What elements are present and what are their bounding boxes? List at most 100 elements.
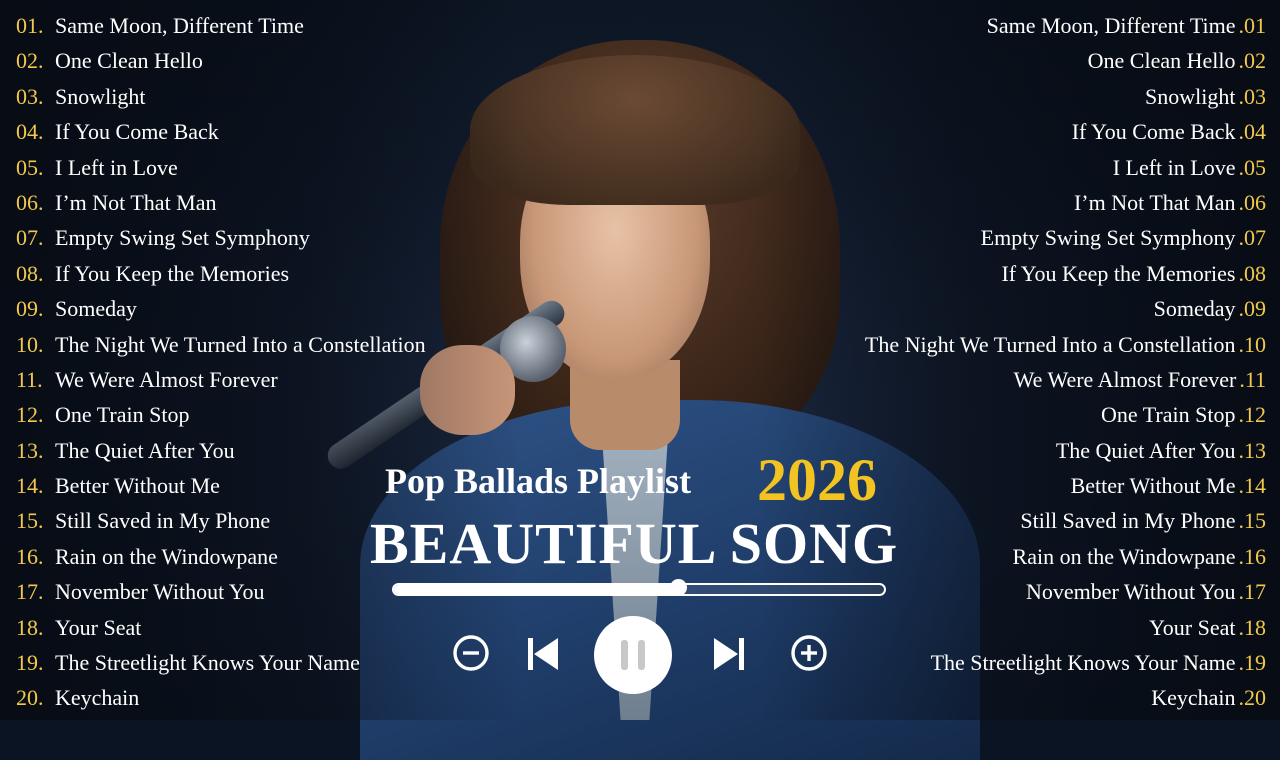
track-title: Your Seat [55, 614, 142, 640]
track-title: Your Seat [1149, 614, 1236, 640]
volume-down-button[interactable] [452, 634, 490, 672]
track-item[interactable]: 11. We Were Almost Forever [16, 362, 426, 397]
progress-knob[interactable] [670, 579, 688, 596]
track-title: I’m Not That Man [1073, 189, 1236, 215]
track-title: November Without You [1025, 579, 1236, 605]
track-title: Someday [1153, 296, 1236, 322]
track-title: One Train Stop [1101, 402, 1236, 428]
track-number: 12. [16, 402, 44, 428]
track-item[interactable]: 02. One Clean Hello [16, 43, 426, 78]
minus-circle-icon [453, 635, 489, 671]
track-title: Same Moon, Different Time [55, 13, 304, 38]
track-number: .14 [1238, 473, 1267, 499]
track-item[interactable]: 18. Your Seat [16, 610, 426, 645]
track-number: 20. [16, 685, 44, 711]
track-item[interactable]: 10. The Night We Turned Into a Constellat… [16, 327, 426, 362]
track-item[interactable]: November Without You .17 [865, 574, 1266, 609]
plus-circle-icon [791, 635, 827, 671]
track-title: Someday [55, 296, 137, 322]
playlist-title: Pop Ballads Playlist [385, 461, 692, 501]
progress-bar[interactable] [392, 579, 886, 596]
track-item[interactable]: Same Moon, Different Time .01 [865, 8, 1266, 43]
volume-up-button[interactable] [790, 634, 828, 672]
track-item[interactable]: Rain on the Windowpane .16 [865, 539, 1266, 574]
track-item[interactable]: Keychain .20 [865, 680, 1266, 715]
track-number: .11 [1239, 366, 1266, 392]
track-title: The Quiet After You [1055, 437, 1236, 463]
track-item[interactable]: 19. The Streetlight Knows Your Name [16, 645, 426, 680]
track-title: Rain on the Windowpane [55, 543, 278, 569]
track-title: The Night We Turned Into a Constellation [55, 331, 426, 357]
track-item[interactable]: Someday .09 [865, 291, 1266, 326]
playlist-year: 2026 [757, 447, 877, 513]
track-item[interactable]: One Train Stop .12 [865, 397, 1266, 432]
track-item[interactable]: I’m Not That Man .06 [865, 185, 1266, 220]
track-number: 19. [16, 650, 44, 676]
track-number: 03. [16, 83, 44, 109]
track-number: .09 [1238, 296, 1267, 322]
track-number: 14. [16, 473, 44, 499]
track-item[interactable]: 17. November Without You [16, 574, 426, 609]
track-number: 08. [16, 260, 44, 286]
track-item[interactable]: Empty Swing Set Symphony .07 [865, 220, 1266, 255]
track-number: .10 [1238, 331, 1267, 357]
track-number: 18. [16, 614, 44, 640]
track-number: .05 [1238, 154, 1267, 180]
track-item[interactable]: If You Keep the Memories .08 [865, 256, 1266, 291]
track-title: Empty Swing Set Symphony [980, 225, 1236, 251]
track-item[interactable]: 12. One Train Stop [16, 397, 426, 432]
track-title: We Were Almost Forever [55, 366, 278, 392]
track-number: .04 [1238, 119, 1267, 145]
track-number: 13. [16, 437, 44, 463]
track-item[interactable]: 13. The Quiet After You [16, 433, 426, 468]
track-title: Better Without Me [1070, 473, 1236, 499]
track-number: 01. [16, 13, 44, 38]
track-item[interactable]: Your Seat .18 [865, 610, 1266, 645]
track-item[interactable]: One Clean Hello .02 [865, 43, 1266, 78]
track-item[interactable]: Still Saved in My Phone .15 [865, 503, 1266, 538]
track-title: I’m Not That Man [55, 189, 217, 215]
track-title: We Were Almost Forever [1013, 366, 1237, 392]
track-title: Better Without Me [55, 473, 220, 499]
track-item[interactable]: 05. I Left in Love [16, 150, 426, 185]
track-item[interactable]: The Streetlight Knows Your Name .19 [865, 645, 1266, 680]
skip-previous-icon [528, 638, 558, 670]
track-item[interactable]: 04. If You Come Back [16, 114, 426, 149]
previous-track-button[interactable] [526, 636, 560, 672]
track-number: 17. [16, 579, 44, 605]
track-item[interactable]: 15. Still Saved in My Phone [16, 503, 426, 538]
track-title: Snowlight [55, 83, 146, 109]
track-item[interactable]: Better Without Me .14 [865, 468, 1266, 503]
track-number: 11. [16, 366, 43, 392]
track-number: .12 [1238, 402, 1267, 428]
pause-button[interactable] [594, 616, 672, 694]
track-title: Still Saved in My Phone [1020, 508, 1236, 534]
track-item[interactable]: 03. Snowlight [16, 79, 426, 114]
track-item[interactable]: The Quiet After You .13 [865, 433, 1266, 468]
track-title: If You Come Back [55, 119, 219, 145]
main-title: BEAUTIFUL SONG [370, 511, 899, 576]
track-item[interactable]: I Left in Love .05 [865, 150, 1266, 185]
track-title: The Quiet After You [55, 437, 235, 463]
track-title: Snowlight [1145, 83, 1236, 109]
track-item[interactable]: 07. Empty Swing Set Symphony [16, 220, 426, 255]
track-number: .19 [1238, 650, 1267, 676]
track-title: Keychain [55, 685, 140, 711]
progress-fill [394, 585, 679, 594]
track-item[interactable]: 09. Someday [16, 291, 426, 326]
track-title: The Streetlight Knows Your Name [55, 650, 360, 676]
track-item[interactable]: We Were Almost Forever .11 [865, 362, 1266, 397]
track-item[interactable]: 16. Rain on the Windowpane [16, 539, 426, 574]
track-item[interactable]: 08. If You Keep the Memories [16, 256, 426, 291]
track-item[interactable]: Snowlight .03 [865, 79, 1266, 114]
track-item[interactable]: The Night We Turned Into a Constellation… [865, 327, 1266, 362]
track-item[interactable]: 20. Keychain [16, 680, 426, 715]
track-item[interactable]: If You Come Back .04 [865, 114, 1266, 149]
track-title: If You Keep the Memories [1001, 260, 1236, 286]
track-item[interactable]: 01. Same Moon, Different Time [16, 8, 426, 43]
track-item[interactable]: 06. I’m Not That Man [16, 185, 426, 220]
track-number: .16 [1238, 543, 1267, 569]
track-number: 06. [16, 189, 44, 215]
next-track-button[interactable] [712, 636, 746, 672]
track-item[interactable]: 14. Better Without Me [16, 468, 426, 503]
